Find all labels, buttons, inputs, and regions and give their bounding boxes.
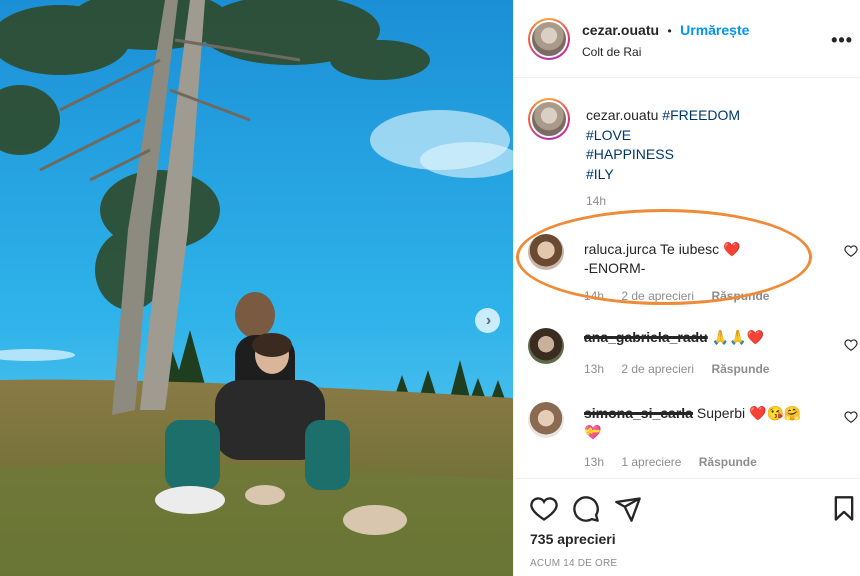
like-comment-heart-icon[interactable] <box>844 244 858 258</box>
post-location[interactable]: Colt de Rai <box>582 45 641 59</box>
reply-button[interactable]: Răspunde <box>711 289 769 303</box>
commenter-avatar[interactable] <box>528 402 564 438</box>
separator-dot: • <box>667 24 672 38</box>
post-timestamp: ACUM 14 DE ORE <box>530 558 618 569</box>
hashtag[interactable]: #ILY <box>586 165 846 185</box>
author-avatar[interactable] <box>528 18 570 60</box>
reply-button[interactable]: Răspunde <box>711 362 769 376</box>
hashtag[interactable]: #HAPPINESS <box>586 145 846 165</box>
reply-button[interactable]: Răspunde <box>699 455 757 469</box>
next-photo-button[interactable]: › <box>475 308 500 333</box>
comment-item: simona_si_carla Superbi ❤️😘🤗 💝 13h 1 apr… <box>528 402 858 472</box>
photo-image <box>0 0 513 576</box>
post-header: cezar.ouatu • Urmărește Colt de Rai ••• <box>514 0 860 78</box>
comment-emoji-line2: 💝 <box>584 424 602 440</box>
author-username[interactable]: cezar.ouatu <box>582 22 659 38</box>
like-comment-heart-icon[interactable] <box>844 410 858 424</box>
like-comment-heart-icon[interactable] <box>844 338 858 352</box>
post-sidebar: cezar.ouatu • Urmărește Colt de Rai ••• … <box>513 0 860 576</box>
comment-item: ana_gabriela_radu 🙏🙏❤️ 13h 2 de aprecier… <box>528 328 858 384</box>
hashtag[interactable]: #FREEDOM <box>662 107 740 123</box>
heart-emoji: ❤️ <box>723 241 741 257</box>
comment-time: 13h <box>584 362 605 376</box>
comment-bubble-icon[interactable] <box>572 495 600 523</box>
share-paper-plane-icon[interactable] <box>614 495 642 523</box>
comment-likes[interactable]: 2 de aprecieri <box>621 362 694 376</box>
commenter-username[interactable]: raluca.jurca <box>584 241 656 257</box>
likes-count[interactable]: 735 aprecieri <box>530 531 616 547</box>
caption-avatar[interactable] <box>528 98 570 140</box>
like-heart-icon[interactable] <box>530 495 558 523</box>
comment-likes[interactable]: 2 de aprecieri <box>621 289 694 303</box>
comment-likes[interactable]: 1 apreciere <box>621 455 681 469</box>
commenter-avatar[interactable] <box>528 234 564 270</box>
chevron-right-icon: › <box>485 311 492 329</box>
comment-item: raluca.jurca Te iubesc ❤️ -ENORM- 14h 2 … <box>528 234 858 306</box>
hashtag[interactable]: #LOVE <box>586 126 846 146</box>
post-photo: › <box>0 0 513 576</box>
caption-username[interactable]: cezar.ouatu <box>586 107 658 123</box>
comment-emoji: ❤️😘🤗 <box>749 405 802 421</box>
comment-text: Te iubesc <box>660 241 720 257</box>
comment-time: 14h <box>584 289 605 303</box>
more-options-icon[interactable]: ••• <box>831 30 853 51</box>
commenter-username[interactable]: ana_gabriela_radu <box>584 329 708 345</box>
comment-text-line2: -ENORM- <box>584 260 646 276</box>
follow-button[interactable]: Urmărește <box>680 22 749 38</box>
commenter-username[interactable]: simona_si_carla <box>584 405 693 421</box>
commenter-avatar[interactable] <box>528 328 564 364</box>
comment-emoji: 🙏🙏❤️ <box>711 329 764 345</box>
caption-time: 14h <box>586 194 607 208</box>
comment-text: Superbi <box>696 405 746 421</box>
save-bookmark-icon[interactable] <box>830 495 858 523</box>
comment-time: 13h <box>584 455 605 469</box>
